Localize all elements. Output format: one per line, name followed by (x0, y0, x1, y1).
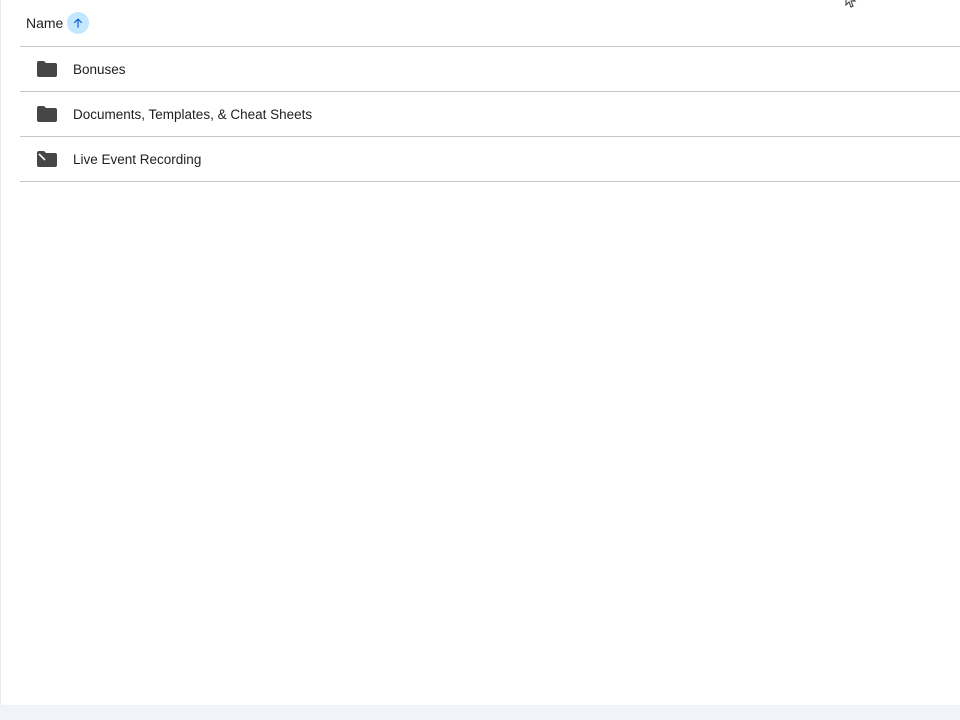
file-list: Name Bonuses Documents, Templates, & Che… (20, 0, 960, 182)
arrow-up-icon (74, 18, 83, 28)
sort-button[interactable] (67, 12, 90, 34)
list-item-documents[interactable]: Documents, Templates, & Cheat Sheets (20, 92, 960, 137)
folder-icon (37, 104, 57, 124)
mouse-cursor-icon (845, 0, 857, 8)
bottom-bar (0, 705, 960, 720)
list-item-live-event[interactable]: Live Event Recording (20, 137, 960, 182)
name-column-header[interactable]: Name (26, 15, 63, 31)
shared-folder-icon (37, 149, 57, 169)
item-label: Live Event Recording (73, 151, 202, 167)
folder-icon (37, 59, 57, 79)
list-item-bonuses[interactable]: Bonuses (20, 47, 960, 92)
list-header: Name (20, 0, 960, 47)
left-edge-divider (0, 0, 1, 705)
item-label: Bonuses (73, 61, 126, 77)
item-label: Documents, Templates, & Cheat Sheets (73, 106, 313, 122)
